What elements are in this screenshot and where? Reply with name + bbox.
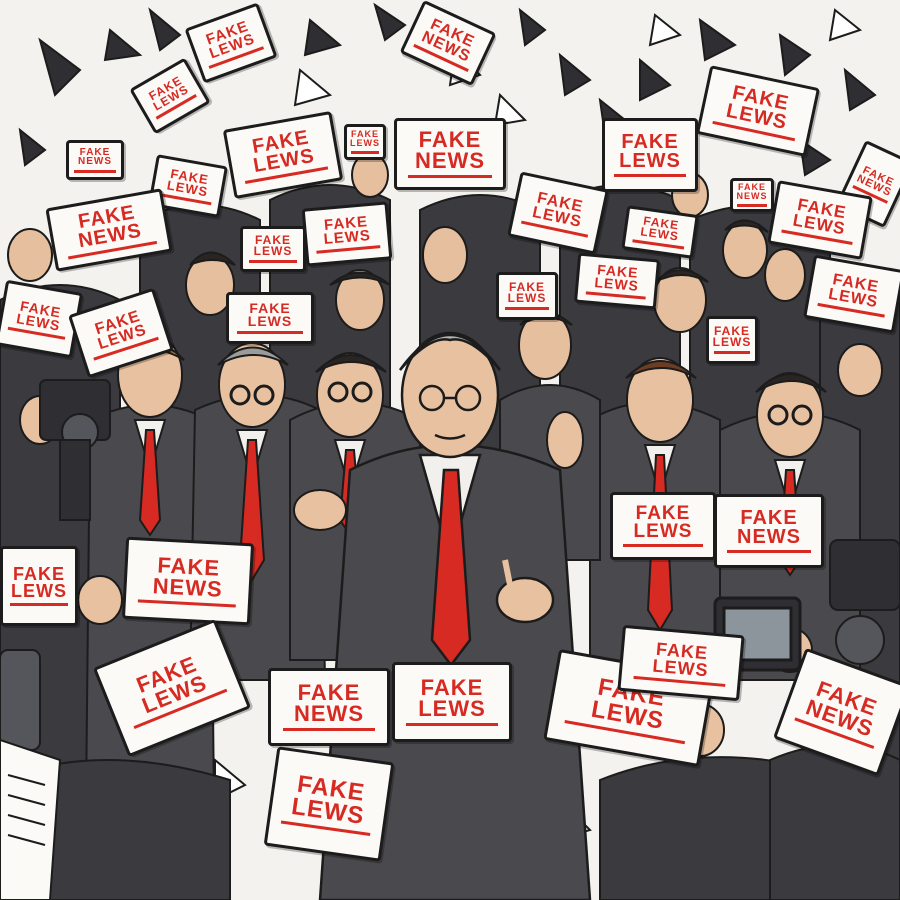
fake-news-crowd-illustration: FAKE LEWS FAKE NEWS FAKE LEWS FAKE NEWS FAKE LEWS… (0, 0, 900, 900)
sign-underline (727, 550, 811, 553)
sign-line-2: LEWS (507, 291, 547, 305)
sign-line-2: LEWS (619, 150, 681, 172)
sign-line-2: LEWS (350, 138, 380, 148)
sign-line-2: LEWS (651, 655, 710, 681)
sign-underline (249, 260, 297, 264)
sign-line-2: LEWS (712, 335, 752, 349)
fake-news-sign: FAKE LEWS (496, 272, 558, 320)
microphone-left (0, 649, 41, 751)
fake-news-sign: FAKE NEWS (394, 118, 506, 190)
fake-news-sign: FAKE LEWS (301, 201, 393, 267)
sign-line-2: LEWS (247, 313, 293, 329)
fake-news-sign: FAKE LEWS (240, 226, 306, 272)
fake-news-sign: FAKE LEWS (573, 252, 661, 310)
sign-line-2: NEWS (736, 191, 768, 201)
sign-line-2: NEWS (294, 701, 364, 726)
fake-news-sign: FAKE LEWS (617, 624, 745, 702)
sign-line-2: LEWS (633, 521, 693, 542)
sign-underline (350, 150, 380, 154)
sign-underline (407, 174, 493, 178)
fake-news-sign: FAKE LEWS (602, 118, 698, 192)
sign-underline (74, 169, 116, 173)
newspaper (0, 738, 62, 900)
fake-news-sign: FAKE NEWS (730, 178, 774, 212)
sign-line-2: NEWS (415, 148, 485, 173)
fake-news-sign: FAKE NEWS (121, 536, 255, 626)
fake-news-sign: FAKE LEWS (610, 492, 716, 560)
sign-underline (282, 727, 376, 731)
fake-news-sign: FAKE LEWS (263, 746, 395, 862)
sign-underline (614, 174, 686, 177)
sign-underline (237, 331, 303, 335)
sign-line-2: LEWS (418, 696, 486, 721)
fake-news-sign: FAKE LEWS (392, 662, 512, 742)
fake-news-sign: FAKE LEWS (0, 546, 78, 626)
sign-underline (736, 203, 768, 207)
fake-news-sign: FAKE LEWS (226, 292, 314, 344)
sign-line-2: LEWS (253, 244, 293, 258)
sign-line-2: NEWS (78, 156, 112, 167)
sign-underline (623, 544, 703, 548)
sign-line-2: NEWS (737, 526, 801, 548)
sign-line-2: NEWS (152, 573, 224, 602)
fake-news-sign: FAKE LEWS (706, 316, 758, 364)
sign-underline (10, 603, 68, 607)
sign-line-2: LEWS (593, 274, 640, 294)
sign-line-2: LEWS (322, 226, 372, 249)
fake-news-sign: FAKE NEWS (268, 668, 390, 746)
sign-underline (406, 722, 498, 726)
sign-underline (504, 307, 550, 311)
sign-underline (713, 351, 751, 355)
sign-line-2: LEWS (11, 581, 67, 601)
fake-news-sign: FAKE NEWS (714, 494, 824, 568)
sign-line-2: LEWS (639, 224, 680, 244)
fake-news-sign: FAKE LEWS (344, 124, 386, 160)
fake-news-sign: FAKE NEWS (66, 140, 124, 180)
